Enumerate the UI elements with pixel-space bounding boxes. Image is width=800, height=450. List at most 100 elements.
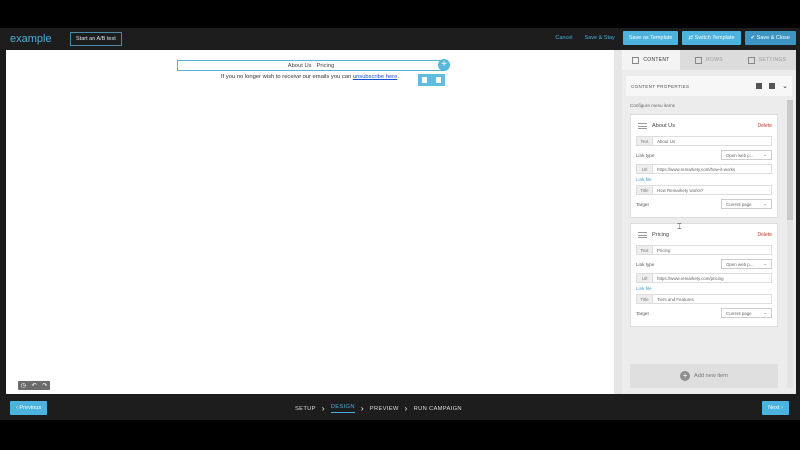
link-type-select[interactable]: Open web p... ⌄ — [721, 150, 772, 160]
unsubscribe-link[interactable]: unsubscribe here — [353, 74, 397, 80]
settings-icon — [747, 56, 755, 64]
add-new-item-button[interactable]: + Add new item — [630, 364, 778, 388]
text-field[interactable]: Text Pricing — [636, 245, 772, 255]
wizard-steps: SETUP › DESIGN › PREVIEW › RUN CAMPAIGN — [295, 404, 462, 413]
text-field-value[interactable]: About Us — [653, 137, 771, 145]
step-run-campaign[interactable]: RUN CAMPAIGN — [414, 406, 462, 412]
previous-button[interactable]: ‹ Previous — [10, 401, 48, 415]
save-stay-button[interactable]: Save & Stay — [581, 35, 619, 41]
duplicate-icon[interactable] — [435, 77, 441, 83]
url-field-value[interactable]: https://www.remarkety.com/how-it-works — [653, 165, 771, 173]
switch-template-label: Switch Template — [694, 35, 735, 41]
title-field-value[interactable]: How Remarkety works? — [653, 186, 771, 194]
drag-handle-icon[interactable] — [638, 123, 647, 129]
title-field-label: Title — [637, 186, 653, 194]
step-design[interactable]: DESIGN — [330, 404, 355, 413]
title-field-label: Title — [637, 295, 653, 303]
props-actions: ⌄ — [756, 82, 788, 90]
undo-icon[interactable]: ↶ — [32, 382, 37, 389]
email-canvas[interactable]: About Us Pricing + If you no longer wish… — [6, 50, 614, 394]
chevron-right-icon: › — [321, 404, 325, 413]
step-preview[interactable]: PREVIEW — [370, 406, 399, 412]
target-value: Current page — [726, 310, 752, 316]
unsubscribe-text: If you no longer wish to receive our ema… — [6, 74, 614, 80]
chevron-down-icon[interactable]: ⌄ — [782, 82, 788, 90]
trash-icon[interactable] — [756, 83, 763, 89]
menu-block[interactable]: About Us Pricing — [177, 60, 445, 71]
props-title: CONTENT PROPERTIES — [631, 83, 690, 89]
url-field-value[interactable]: https://www.remarkety.com/pricing — [653, 274, 771, 282]
scrollbar-thumb[interactable] — [787, 100, 793, 220]
link-type-value: Open web p... — [726, 261, 754, 267]
title-field[interactable]: Title Tiers and Features — [636, 294, 772, 304]
top-bar: example Start an A/B test Cancel Save & … — [0, 28, 800, 50]
link-file-link[interactable]: Link file — [636, 286, 772, 291]
chevron-down-icon: ⌄ — [763, 310, 767, 315]
url-field[interactable]: Url https://www.remarkety.com/how-it-wor… — [636, 164, 772, 174]
step-setup[interactable]: SETUP — [295, 406, 316, 412]
menu-item-pricing[interactable]: Pricing — [317, 63, 335, 69]
delete-item-button[interactable]: Delete — [758, 123, 772, 129]
target-label: Target — [636, 310, 649, 316]
card-title: About Us — [652, 123, 676, 129]
switch-template-button[interactable]: ⇄ Switch Template — [682, 31, 741, 45]
history-toolbar: ◷ ↶ ↷ — [18, 381, 50, 390]
tab-settings-label: SETTINGS — [758, 57, 787, 63]
link-type-label: Link type — [636, 152, 655, 158]
menu-item-card: Pricing Delete Text Pricing Link type Op… — [630, 223, 778, 327]
trash-icon[interactable] — [422, 77, 428, 83]
tab-content-label: CONTENT — [643, 57, 670, 63]
panel-scrollbar[interactable] — [787, 100, 793, 388]
tab-content[interactable]: CONTENT — [622, 50, 680, 70]
ab-test-button[interactable]: Start an A/B test — [70, 32, 122, 46]
text-field-value[interactable]: Pricing — [653, 246, 771, 254]
bottom-bar: ‹ Previous SETUP › DESIGN › PREVIEW › RU… — [0, 396, 800, 420]
card-header: About Us Delete — [636, 120, 772, 132]
tab-rows-label: ROWS — [706, 57, 723, 63]
next-button[interactable]: Next › — [762, 401, 789, 415]
brand-name: example — [10, 33, 52, 45]
url-field[interactable]: Url https://www.remarkety.com/pricing — [636, 273, 772, 283]
target-label: Target — [636, 201, 649, 207]
link-file-link[interactable]: Link file — [636, 177, 772, 182]
link-type-select[interactable]: Open web p... ⌄ — [721, 259, 772, 269]
unsubscribe-suffix: . — [397, 74, 399, 80]
menu-item-about[interactable]: About Us — [288, 63, 312, 69]
link-type-value: Open web p... — [726, 152, 754, 158]
block-toolbar — [418, 74, 445, 86]
chevron-right-icon: › — [404, 404, 408, 413]
text-field[interactable]: Text About Us — [636, 136, 772, 146]
add-block-icon[interactable]: + — [438, 59, 450, 71]
mouse-cursor-icon: ⌶ — [677, 222, 682, 231]
save-as-template-button[interactable]: Save as Template — [622, 31, 679, 45]
unsubscribe-prefix: If you no longer wish to receive our ema… — [221, 74, 353, 80]
duplicate-icon[interactable] — [769, 83, 776, 89]
chevron-down-icon: ⌄ — [763, 261, 767, 266]
tab-rows[interactable]: ROWS — [680, 50, 738, 70]
content-properties-header: CONTENT PROPERTIES ⌄ — [626, 76, 792, 96]
target-select[interactable]: Current page ⌄ — [721, 308, 772, 318]
title-field[interactable]: Title How Remarkety works? — [636, 185, 772, 195]
next-label: Next — [768, 405, 780, 411]
configure-label: Configure menu items — [630, 103, 675, 108]
chevron-right-icon: › — [779, 405, 783, 411]
redo-icon[interactable]: ↷ — [42, 382, 47, 389]
chevron-right-icon: › — [360, 404, 364, 413]
delete-item-button[interactable]: Delete — [758, 232, 772, 238]
tab-settings[interactable]: SETTINGS — [738, 50, 796, 70]
previous-label: Previous — [19, 405, 42, 411]
save-close-button[interactable]: ✔ Save & Close — [744, 31, 796, 45]
menu-item-card: About Us Delete Text About Us Link type … — [630, 114, 778, 218]
drag-handle-icon[interactable] — [638, 232, 647, 238]
url-field-label: Url — [637, 165, 653, 173]
cancel-button[interactable]: Cancel — [551, 35, 576, 41]
history-icon[interactable]: ◷ — [21, 382, 26, 389]
add-item-label: Add new item — [694, 373, 728, 379]
card-header: Pricing Delete — [636, 229, 772, 241]
chevron-down-icon: ⌄ — [763, 152, 767, 157]
title-field-value[interactable]: Tiers and Features — [653, 295, 771, 303]
target-row: Target Current page ⌄ — [636, 198, 772, 210]
link-type-row: Link type Open web p... ⌄ — [636, 149, 772, 161]
target-value: Current page — [726, 201, 752, 207]
target-select[interactable]: Current page ⌄ — [721, 199, 772, 209]
